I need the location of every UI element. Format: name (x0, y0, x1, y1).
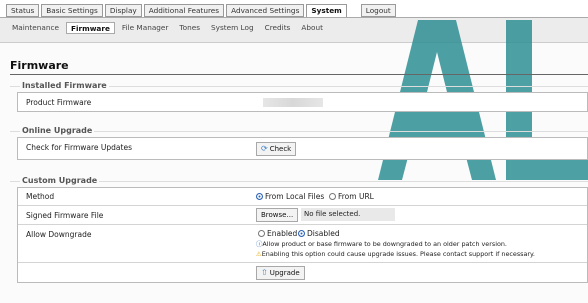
upload-icon: ⇧ (261, 268, 268, 277)
method-row: Method From Local Files From URL (18, 188, 587, 205)
upgrade-row: ⇧ Upgrade (18, 262, 587, 283)
method-label: Method (26, 192, 55, 201)
method-url-option[interactable]: From URL (329, 192, 374, 201)
downgrade-disabled-label: Disabled (307, 229, 340, 238)
online-upgrade-box: Check for Firmware Updates ⟳ Check (17, 137, 588, 160)
radio-selected-icon[interactable] (256, 193, 263, 200)
top-navigation: Status Basic Settings Display Additional… (0, 0, 588, 18)
subnav-file-manager[interactable]: File Manager (118, 22, 173, 34)
check-button[interactable]: ⟳ Check (256, 142, 297, 156)
downgrade-warning-note: ⚠Enabling this option could cause upgrad… (256, 250, 535, 258)
page-title: Firmware (10, 59, 69, 72)
allow-downgrade-row: Allow Downgrade Enabled Disabled ⓘAllow … (18, 224, 587, 262)
method-local-option[interactable]: From Local Files (256, 192, 324, 201)
method-url-label: From URL (338, 192, 374, 201)
installed-firmware-legend: Installed Firmware (20, 81, 109, 90)
upgrade-button-label: Upgrade (269, 269, 300, 277)
info-note-text: Allow product or base firmware to be dow… (262, 240, 507, 248)
product-firmware-label: Product Firmware (26, 98, 92, 107)
downgrade-info-note: ⓘAllow product or base firmware to be do… (256, 239, 507, 248)
file-status: No file selected. (301, 208, 395, 221)
title-divider (10, 74, 588, 75)
online-upgrade-legend: Online Upgrade (20, 126, 95, 135)
downgrade-disabled-option[interactable]: Disabled (298, 229, 340, 238)
custom-upgrade-section: Custom Upgrade Method From Local Files F… (10, 176, 588, 289)
tab-advanced-settings[interactable]: Advanced Settings (226, 4, 305, 17)
upgrade-button[interactable]: ⇧ Upgrade (256, 266, 305, 280)
custom-upgrade-legend: Custom Upgrade (20, 176, 100, 185)
check-button-label: Check (269, 145, 292, 153)
radio-unselected-icon[interactable] (329, 193, 336, 200)
tab-logout[interactable]: Logout (360, 4, 396, 17)
radio-unselected-icon[interactable] (258, 230, 265, 237)
subnav-credits[interactable]: Credits (261, 22, 295, 34)
tab-basic-settings[interactable]: Basic Settings (41, 4, 103, 17)
signed-file-label: Signed Firmware File (26, 211, 104, 220)
subnav-firmware[interactable]: Firmware (66, 22, 115, 34)
check-updates-label: Check for Firmware Updates (26, 143, 132, 152)
subnav-system-log[interactable]: System Log (207, 22, 258, 34)
tab-status[interactable]: Status (6, 4, 40, 17)
online-upgrade-section: Online Upgrade Check for Firmware Update… (10, 126, 588, 165)
downgrade-enabled-option[interactable]: Enabled (258, 229, 297, 238)
sub-navigation: Maintenance Firmware File Manager Tones … (0, 17, 588, 43)
top-tabs: Status Basic Settings Display Additional… (6, 4, 396, 18)
subnav-maintenance[interactable]: Maintenance (8, 22, 63, 34)
subnav-about[interactable]: About (297, 22, 327, 34)
subnav-tones[interactable]: Tones (175, 22, 204, 34)
tab-additional-features[interactable]: Additional Features (143, 4, 225, 17)
installed-firmware-section: Installed Firmware Product Firmware (10, 81, 588, 124)
refresh-icon: ⟳ (261, 144, 268, 153)
custom-upgrade-box: Method From Local Files From URL Signed … (17, 187, 588, 283)
tab-system[interactable]: System (306, 4, 347, 18)
radio-selected-icon[interactable] (298, 230, 305, 237)
tab-display[interactable]: Display (104, 4, 142, 17)
browse-button[interactable]: Browse... (256, 208, 299, 222)
method-local-label: From Local Files (265, 192, 325, 201)
downgrade-enabled-label: Enabled (267, 229, 298, 238)
installed-firmware-box: Product Firmware (17, 92, 588, 112)
product-firmware-value (263, 98, 323, 107)
allow-downgrade-label: Allow Downgrade (26, 230, 92, 239)
warning-note-text: Enabling this option could cause upgrade… (261, 250, 535, 258)
signed-file-row: Signed Firmware File Browse... No file s… (18, 205, 587, 224)
